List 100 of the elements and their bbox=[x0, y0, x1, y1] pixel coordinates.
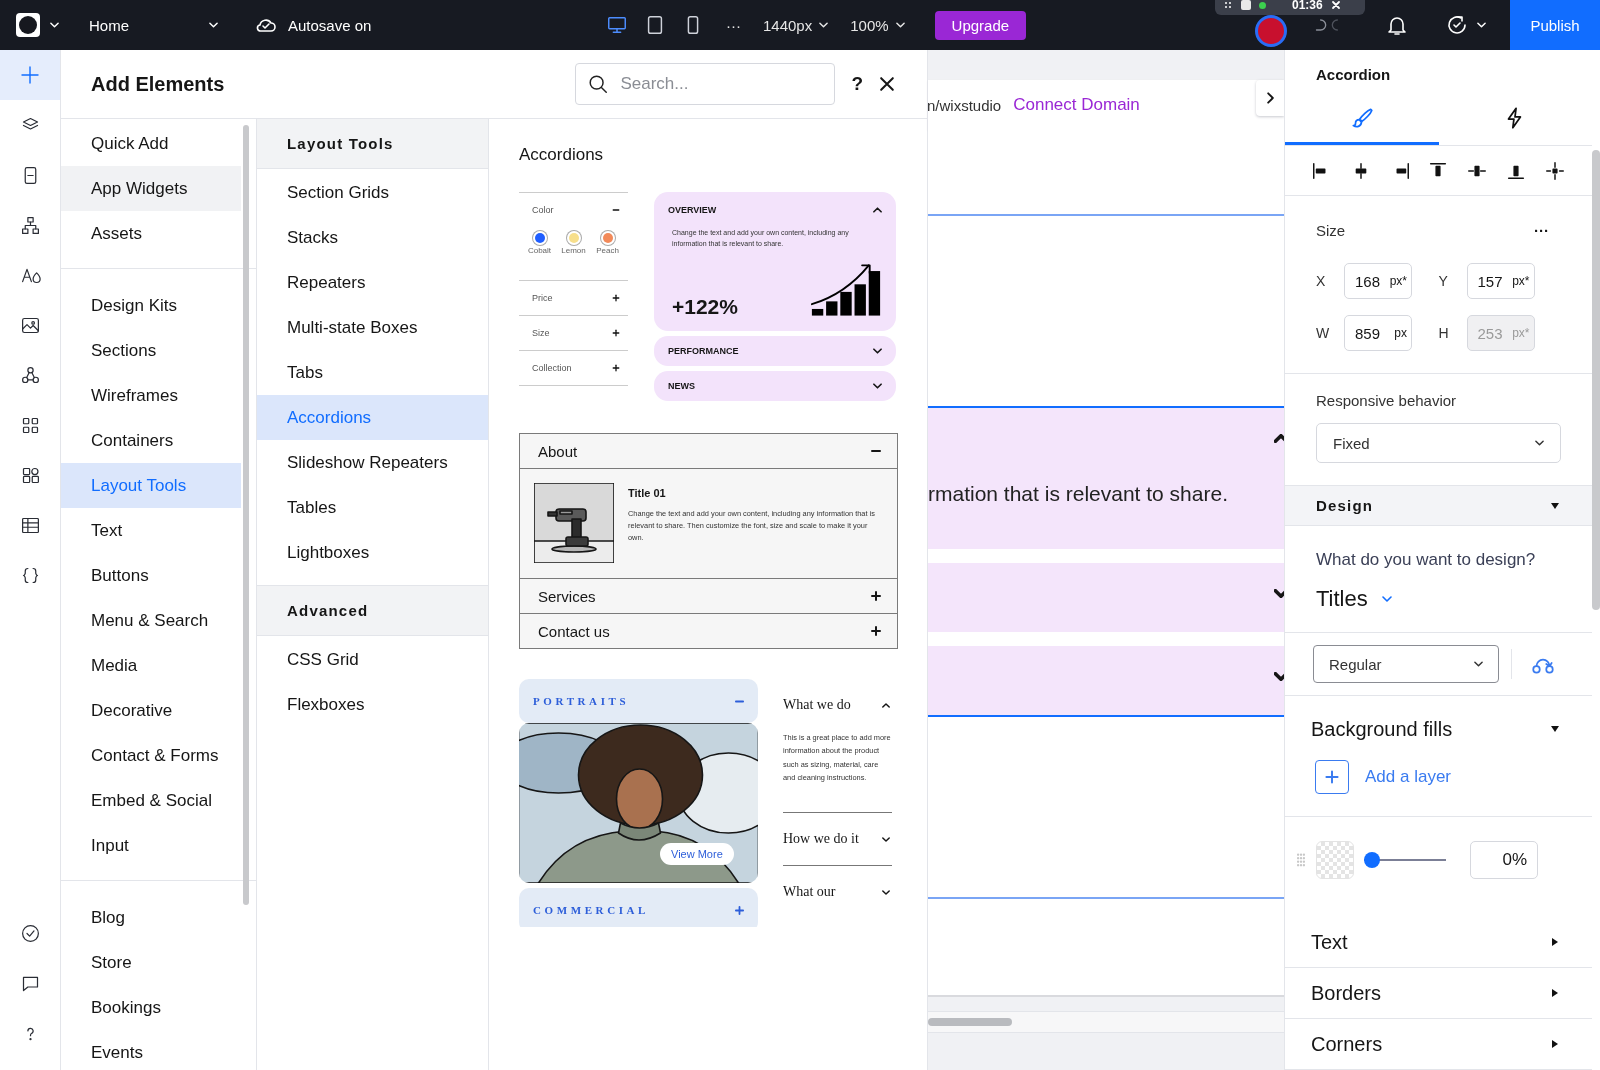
more-button[interactable]: ··· bbox=[726, 16, 741, 34]
scrollbar-thumb[interactable] bbox=[243, 125, 249, 905]
add-layer-button[interactable] bbox=[1315, 760, 1349, 794]
category-item[interactable]: Design Kits bbox=[61, 283, 241, 328]
category-item[interactable]: Buttons bbox=[61, 553, 241, 598]
site-menu[interactable]: Home bbox=[89, 16, 218, 34]
accordion-header[interactable]: About bbox=[520, 434, 897, 468]
desktop-icon[interactable] bbox=[606, 14, 628, 36]
category-item[interactable]: Layout Tools bbox=[61, 463, 241, 508]
opacity-field[interactable]: 0% bbox=[1470, 841, 1538, 879]
upgrade-button[interactable]: Upgrade bbox=[934, 10, 1027, 40]
caret-icon[interactable] bbox=[50, 22, 59, 28]
accordion-header[interactable]: Services bbox=[520, 579, 897, 613]
accordion-item[interactable]: PERFORMANCE bbox=[654, 336, 896, 366]
layout-tool-item[interactable]: Accordions bbox=[257, 395, 488, 440]
caret-icon[interactable] bbox=[1477, 22, 1486, 28]
recording-dot-icon bbox=[1259, 1, 1266, 9]
layout-tool-item[interactable]: Multi-state Boxes bbox=[257, 305, 488, 350]
section-title: Borders bbox=[1311, 981, 1382, 1005]
publish-button[interactable]: Publish bbox=[1510, 0, 1600, 50]
section-header[interactable]: Borders bbox=[1285, 968, 1592, 1019]
accordion-row[interactable]: rmation that is relevant to share. bbox=[928, 408, 1284, 549]
layout-tool-item[interactable]: Repeaters bbox=[257, 260, 488, 305]
recording-time: 01:36 bbox=[1292, 0, 1323, 12]
category-item[interactable]: Assets bbox=[61, 211, 241, 256]
category-item[interactable]: Embed & Social bbox=[61, 778, 241, 823]
accordion-header[interactable]: How we do it bbox=[783, 813, 892, 866]
category-item[interactable]: App Widgets bbox=[61, 166, 241, 211]
scrollbar-thumb[interactable] bbox=[928, 1018, 1012, 1026]
category-item[interactable]: Contact & Forms bbox=[61, 733, 241, 778]
accordion-title: Services bbox=[538, 587, 596, 605]
responsive-dropdown[interactable]: Fixed bbox=[1316, 423, 1561, 464]
layout-tool-item[interactable]: CSS Grid bbox=[257, 637, 488, 682]
accordion-text: rmation that is relevant to share. bbox=[928, 481, 1228, 506]
category-item[interactable]: Wireframes bbox=[61, 373, 241, 418]
swatch-label: Peach bbox=[596, 246, 619, 255]
close-icon[interactable] bbox=[1330, 0, 1341, 10]
number-field[interactable]: 157 px* bbox=[1466, 263, 1535, 300]
breakpoint-dropdown[interactable]: 1440px bbox=[763, 16, 829, 34]
accordion-title: What we do bbox=[783, 697, 851, 713]
section-header[interactable]: Corners bbox=[1285, 1019, 1592, 1070]
drag-handle-icon[interactable] bbox=[1296, 853, 1306, 867]
help-button[interactable]: ? bbox=[851, 73, 864, 95]
layout-tool-item[interactable]: Tabs bbox=[257, 350, 488, 395]
search-field[interactable]: Search... bbox=[575, 63, 836, 105]
section-header[interactable]: Text bbox=[1285, 917, 1592, 968]
accordion-header[interactable]: What we do bbox=[783, 679, 892, 731]
close-icon[interactable] bbox=[877, 74, 897, 94]
state-dropdown[interactable]: Regular bbox=[1313, 645, 1499, 683]
number-field[interactable]: 168 px* bbox=[1344, 263, 1412, 300]
accordion-title: NEWS bbox=[668, 381, 695, 391]
category-item[interactable]: Quick Add bbox=[61, 121, 241, 166]
layout-tool-item[interactable]: Lightboxes bbox=[257, 530, 488, 575]
slider-thumb[interactable] bbox=[1364, 852, 1380, 868]
field-label: X bbox=[1316, 273, 1327, 290]
add-layer-link[interactable]: Add a layer bbox=[1365, 767, 1451, 787]
layout-tool-item[interactable]: Stacks bbox=[257, 215, 488, 260]
category-item[interactable]: Store bbox=[61, 940, 241, 985]
accordion-header[interactable]: PORTRAITS bbox=[519, 679, 758, 723]
view-more-button[interactable]: View More bbox=[660, 843, 734, 865]
layout-tool-item[interactable]: Slideshow Repeaters bbox=[257, 440, 488, 485]
category-item[interactable]: Media bbox=[61, 643, 241, 688]
scrollbar-thumb[interactable] bbox=[1592, 150, 1600, 610]
color-swatch[interactable] bbox=[1316, 841, 1354, 879]
section-title: Design bbox=[1316, 497, 1374, 515]
center-icon[interactable] bbox=[1543, 159, 1566, 182]
category-item[interactable]: Menu & Search bbox=[61, 598, 241, 643]
filter-accordion-preview[interactable]: Color Cobalt Lemon Peach Price Size Collection bbox=[519, 192, 628, 401]
layout-tool-item[interactable]: Flexboxes bbox=[257, 682, 488, 727]
filter-label: Price bbox=[532, 293, 553, 303]
accordion-header[interactable]: Contact us bbox=[520, 614, 897, 648]
more-button[interactable]: ··· bbox=[1534, 222, 1549, 240]
accordion-header[interactable]: What our bbox=[783, 866, 892, 919]
design-section-header[interactable]: Design bbox=[1285, 485, 1592, 526]
swatch-label: Lemon bbox=[561, 246, 586, 255]
accordion-title: COMMERCIAL bbox=[533, 904, 650, 916]
accordion-title: How we do it bbox=[783, 831, 859, 848]
logo-icon[interactable] bbox=[16, 13, 40, 37]
drag-handle-icon[interactable] bbox=[1223, 0, 1233, 10]
accordion-header[interactable]: COMMERCIAL bbox=[519, 888, 758, 927]
layout-tool-item[interactable]: Tables bbox=[257, 485, 488, 530]
category-item[interactable]: Decorative bbox=[61, 688, 241, 733]
connect-domain-link[interactable]: Connect Domain bbox=[1013, 95, 1140, 115]
accordion-item[interactable]: NEWS bbox=[654, 371, 896, 401]
stop-icon[interactable] bbox=[1241, 0, 1251, 10]
category-item[interactable]: Blog bbox=[61, 895, 241, 940]
category-item[interactable]: Bookings bbox=[61, 985, 241, 1030]
background-fills-header[interactable]: Background fills bbox=[1285, 712, 1592, 746]
category-item[interactable]: Input bbox=[61, 823, 241, 868]
category-item[interactable]: Sections bbox=[61, 328, 241, 373]
category-item[interactable]: Events bbox=[61, 1030, 241, 1070]
category-item[interactable]: Text bbox=[61, 508, 241, 553]
zoom-dropdown[interactable]: 100% bbox=[850, 16, 905, 34]
expand-button[interactable] bbox=[1256, 80, 1284, 116]
design-target-dropdown[interactable]: Titles bbox=[1316, 586, 1392, 612]
category-item[interactable]: Containers bbox=[61, 418, 241, 463]
layout-tool-item[interactable]: Section Grids bbox=[257, 170, 488, 215]
avatar[interactable] bbox=[1255, 15, 1287, 47]
number-field[interactable]: 859 px bbox=[1344, 315, 1412, 352]
share-icon[interactable] bbox=[1445, 13, 1469, 37]
